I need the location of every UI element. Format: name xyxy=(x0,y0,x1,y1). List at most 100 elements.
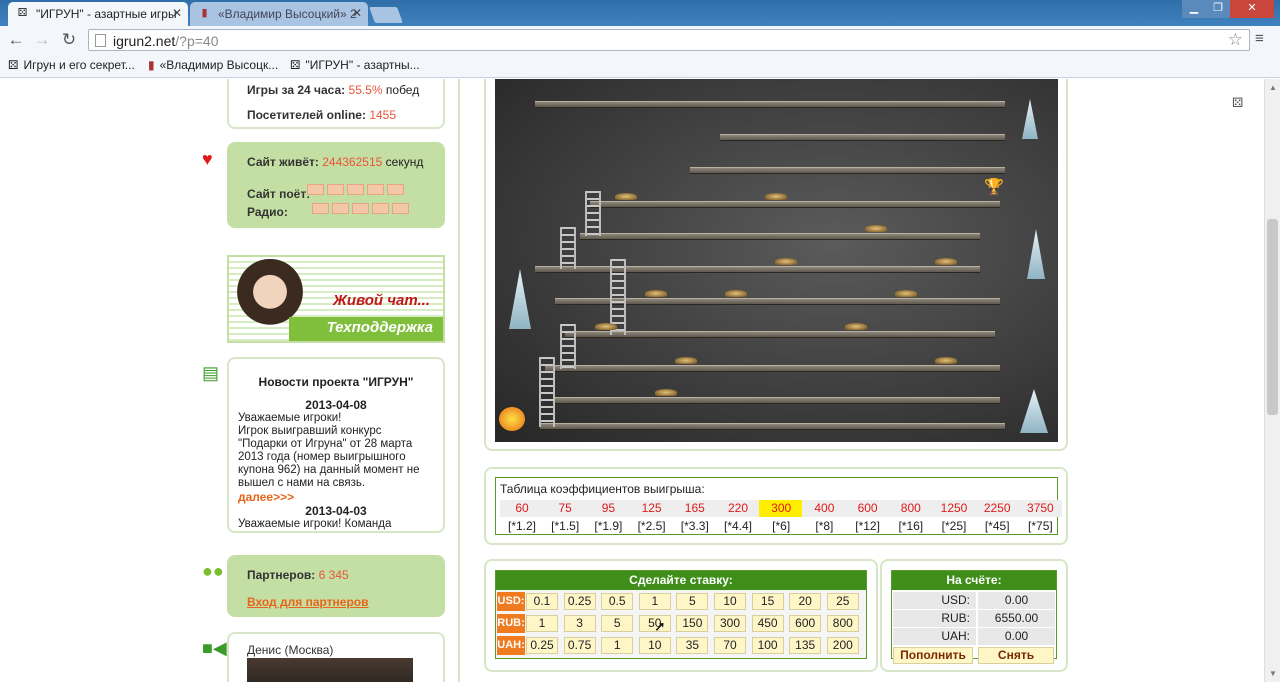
bet-button[interactable]: 1 xyxy=(638,593,671,610)
game-ledge xyxy=(580,233,980,240)
bet-button[interactable]: 450 xyxy=(751,615,784,632)
close-tab-icon[interactable]: ✕ xyxy=(172,6,182,20)
account-row: UAH: 0.00 xyxy=(893,628,1055,645)
gold-pile xyxy=(765,193,787,200)
url-path: /?p=40 xyxy=(175,33,219,49)
player-button[interactable] xyxy=(327,184,344,195)
bet-button[interactable]: 200 xyxy=(826,637,859,654)
coef-multiplier: [*1.5] xyxy=(551,519,580,533)
coef-value: 3750 xyxy=(1018,500,1063,517)
site-alive-suffix: секунд xyxy=(385,155,424,169)
scroll-up-icon[interactable]: ▲ xyxy=(1269,83,1277,92)
bet-button[interactable]: 5 xyxy=(676,593,709,610)
game-ledge xyxy=(540,423,1005,430)
address-bar[interactable]: igrun2.net/?p=40 ☆ xyxy=(88,29,1250,51)
bet-button[interactable]: 15 xyxy=(751,593,784,610)
currency-label: RUB: xyxy=(497,614,525,633)
bet-button[interactable]: 1 xyxy=(601,637,634,654)
bet-button[interactable]: 35 xyxy=(676,637,709,654)
bookmark-item[interactable]: ⚄ "ИГРУН" - азартны... xyxy=(290,58,420,72)
player-button[interactable] xyxy=(307,184,324,195)
bet-button[interactable]: 135 xyxy=(789,637,822,654)
site-alive-value: 244362515 xyxy=(322,155,383,169)
bookmark-item[interactable]: ▮ «Владимир Высоцк... xyxy=(148,58,278,72)
gold-pile xyxy=(655,389,677,396)
new-tab-button[interactable] xyxy=(369,7,403,23)
coef-multiplier: [*12] xyxy=(855,519,880,533)
bet-button[interactable]: 0.25 xyxy=(526,637,558,654)
bet-button[interactable]: 1 xyxy=(526,615,558,632)
radio-button[interactable] xyxy=(312,203,329,214)
player-button[interactable] xyxy=(387,184,404,195)
coef-value: 95 xyxy=(586,500,631,517)
bet-button[interactable]: 100 xyxy=(751,637,784,654)
coef-multiplier: [*3.3] xyxy=(680,519,709,533)
bet-button[interactable]: 70 xyxy=(714,637,746,654)
bet-button[interactable]: 800 xyxy=(826,615,859,632)
partners-login-link[interactable]: Вход для партнеров xyxy=(247,595,369,609)
menu-icon[interactable]: ≡ xyxy=(1255,31,1271,46)
bet-button[interactable]: 600 xyxy=(789,615,822,632)
account-title: На счёте: xyxy=(892,571,1056,590)
partners-value: 6 345 xyxy=(318,568,349,582)
bet-button[interactable]: 0.75 xyxy=(563,637,596,654)
player-button[interactable] xyxy=(367,184,384,195)
crystal xyxy=(1022,99,1038,139)
dice-icon: ⚄ xyxy=(1232,95,1244,110)
page-icon xyxy=(95,34,106,47)
currency-label: UAH: xyxy=(497,636,525,655)
partners-box: Партнеров: 6 345 Вход для партнеров xyxy=(227,555,445,617)
bet-button[interactable]: 10 xyxy=(714,593,746,610)
restore-icon[interactable]: ❐ xyxy=(1206,0,1230,18)
player-button[interactable] xyxy=(347,184,364,195)
bet-button[interactable]: 20 xyxy=(789,593,822,610)
bet-button[interactable]: 0.1 xyxy=(526,593,558,610)
gold-pile xyxy=(595,323,617,330)
coef-value: 125 xyxy=(629,500,674,517)
bet-button[interactable]: 5 xyxy=(601,615,634,632)
bet-button[interactable]: 3 xyxy=(563,615,596,632)
bet-button[interactable]: 0.25 xyxy=(563,593,596,610)
minimize-icon[interactable]: ▁ xyxy=(1182,0,1206,18)
radio-buttons xyxy=(312,203,409,217)
radio-button[interactable] xyxy=(332,203,349,214)
video-caption: Денис (Москва) xyxy=(247,643,334,657)
tab-vysotsky[interactable]: ▮ «Владимир Высоцкий» 2 ✕ xyxy=(190,2,368,26)
live-chat-banner[interactable]: Живой чат... Техподдержка xyxy=(227,255,445,343)
bookmark-item[interactable]: ⚄ Игрун и его секрет... xyxy=(8,58,135,72)
back-icon[interactable]: ← xyxy=(5,30,27,50)
radio-icon: ▮ xyxy=(201,7,208,19)
tab-strip: ⚄ "ИГРУН" - азартные игры ✕ ▮ «Владимир … xyxy=(0,0,1280,26)
reload-icon[interactable]: ↻ xyxy=(58,30,80,50)
deposit-button[interactable]: Пополнить xyxy=(893,647,973,664)
bet-button[interactable]: 300 xyxy=(714,615,746,632)
news-date: 2013-04-08 xyxy=(305,398,367,412)
scroll-down-icon[interactable]: ▼ xyxy=(1269,669,1277,678)
bet-button[interactable]: 0.5 xyxy=(601,593,634,610)
crystal xyxy=(509,269,531,329)
gold-pile xyxy=(935,258,957,265)
video-player[interactable] xyxy=(247,658,413,682)
radio-button[interactable] xyxy=(372,203,389,214)
news-box: Новости проекта "ИГРУН" 2013-04-08 Уважа… xyxy=(227,357,445,533)
bet-button[interactable]: 10 xyxy=(638,637,671,654)
radio-button[interactable] xyxy=(392,203,409,214)
scrollbar[interactable]: ▲ ▼ xyxy=(1264,79,1280,682)
withdraw-button[interactable]: Снять xyxy=(978,647,1054,664)
coef-value: 165 xyxy=(672,500,717,517)
bookmark-star-icon[interactable]: ☆ xyxy=(1228,30,1243,50)
game-canvas[interactable]: 🏆 xyxy=(495,79,1058,442)
bet-button[interactable]: 150 xyxy=(676,615,709,632)
forward-icon[interactable]: → xyxy=(31,30,53,50)
radio-button[interactable] xyxy=(352,203,369,214)
bet-button[interactable]: 25 xyxy=(826,593,859,610)
scrollbar-thumb[interactable] xyxy=(1267,219,1278,415)
news-icon: ▤ xyxy=(202,363,220,383)
tab-igrun[interactable]: ⚄ "ИГРУН" - азартные игры ✕ xyxy=(8,2,188,26)
coef-multiplier: [*16] xyxy=(898,519,924,533)
coef-multiplier: [*75] xyxy=(1028,519,1053,533)
news-more-link[interactable]: далее>>> xyxy=(238,490,294,504)
gold-pile xyxy=(645,290,667,297)
close-window-icon[interactable]: ✕ xyxy=(1230,0,1274,18)
close-tab-icon[interactable]: ✕ xyxy=(352,6,362,20)
